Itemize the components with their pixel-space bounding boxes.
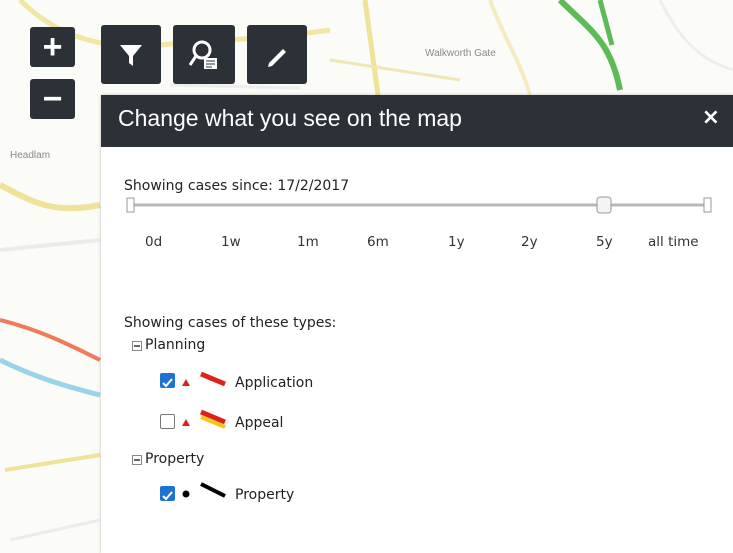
checkbox-appeal[interactable] xyxy=(160,414,175,429)
line-symbol-icon xyxy=(200,371,226,387)
zoom-out-button[interactable]: − xyxy=(30,79,75,119)
tick-label: 1y xyxy=(448,234,465,250)
pencil-icon xyxy=(268,48,286,67)
tick-label: 0d xyxy=(145,234,163,250)
group-label-planning: Planning xyxy=(145,337,206,353)
map-place-label: Walkworth Gate xyxy=(425,48,496,59)
zoom-in-button[interactable]: + xyxy=(30,27,75,67)
type-label-application: Application xyxy=(235,375,314,391)
triangle-icon xyxy=(182,419,190,426)
close-button[interactable]: × xyxy=(702,105,720,130)
checkbox-application[interactable] xyxy=(160,373,175,388)
collapse-toggle[interactable] xyxy=(132,341,142,351)
tick-label: all time xyxy=(648,234,699,250)
property-symbol xyxy=(182,482,226,498)
tick-label: 6m xyxy=(367,234,389,250)
check-icon xyxy=(162,378,173,388)
time-slider[interactable] xyxy=(121,194,721,216)
map-place-label: Headlam xyxy=(10,150,51,161)
application-symbol xyxy=(182,371,226,387)
checkbox-property[interactable] xyxy=(160,486,175,501)
tick-label: 1m xyxy=(297,234,319,250)
dot-icon xyxy=(182,490,190,498)
type-label-property: Property xyxy=(235,487,295,503)
draw-button[interactable] xyxy=(247,25,307,84)
panel-header: Change what you see on the map × xyxy=(101,95,733,147)
check-icon xyxy=(162,491,173,501)
tick-label: 5y xyxy=(596,234,613,250)
filter-panel: Change what you see on the map × Showing… xyxy=(101,95,733,553)
collapse-toggle[interactable] xyxy=(132,455,142,465)
search-map-icon xyxy=(188,40,217,69)
search-map-button[interactable] xyxy=(173,25,235,84)
line-symbol-icon xyxy=(200,482,226,498)
panel-title: Change what you see on the map xyxy=(118,105,462,131)
filter-button[interactable] xyxy=(101,25,161,84)
appeal-symbol xyxy=(182,409,226,429)
time-filter-label: Showing cases since: 17/2/2017 xyxy=(124,178,350,194)
filter-icon xyxy=(120,44,142,66)
type-label-appeal: Appeal xyxy=(235,415,284,431)
tick-label: 2y xyxy=(521,234,538,250)
types-label: Showing cases of these types: xyxy=(124,315,337,331)
group-label-property: Property xyxy=(145,451,205,467)
triangle-icon xyxy=(182,379,190,386)
tick-label: 1w xyxy=(221,234,241,250)
slider-end-cap xyxy=(703,197,712,213)
slider-thumb[interactable] xyxy=(596,196,612,214)
slider-start-cap xyxy=(126,197,135,213)
